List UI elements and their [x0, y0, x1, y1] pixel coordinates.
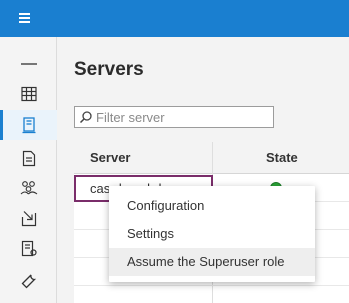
- menu-item-assume-superuser[interactable]: Assume the Superuser role: [109, 248, 315, 276]
- search-icon: [79, 111, 92, 124]
- sidebar: [0, 37, 57, 303]
- report-icon[interactable]: [0, 233, 57, 263]
- column-header-server[interactable]: Server: [90, 150, 130, 165]
- app-header: [0, 0, 349, 37]
- document-icon[interactable]: [0, 143, 57, 173]
- hamburger-icon[interactable]: [19, 11, 35, 25]
- collapse-icon[interactable]: [0, 49, 57, 79]
- menu-item-settings[interactable]: Settings: [109, 220, 315, 248]
- column-header-state[interactable]: State: [266, 150, 298, 165]
- wrench-icon[interactable]: [0, 266, 57, 296]
- context-menu: Configuration Settings Assume the Superu…: [109, 186, 315, 282]
- download-icon[interactable]: [0, 203, 57, 233]
- filter-field[interactable]: [74, 106, 274, 128]
- server-icon[interactable]: [0, 110, 57, 140]
- menu-item-configuration[interactable]: Configuration: [109, 192, 315, 220]
- filter-server-input[interactable]: [93, 109, 266, 125]
- users-icon[interactable]: [0, 173, 57, 203]
- page-title: Servers: [74, 59, 144, 80]
- table-icon[interactable]: [0, 79, 57, 109]
